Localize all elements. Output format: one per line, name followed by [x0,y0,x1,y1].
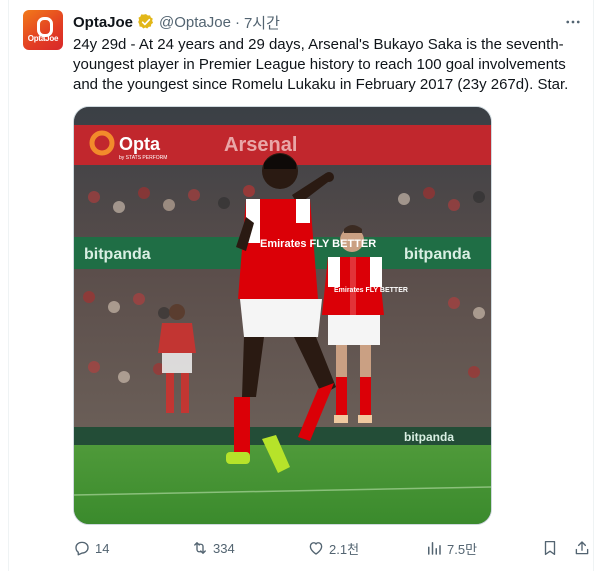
views-chart-icon [428,542,441,555]
reply-button[interactable]: 14 [73,537,109,559]
ad-board-bottom-text: bitpanda [404,430,454,444]
verified-badge-icon[interactable] [137,13,155,31]
ad-board-top-text: Arsenal [224,134,297,156]
ad-board-middle-text: bitpanda [84,246,151,263]
ad-board-middle-text-2: bitpanda [404,246,471,263]
like-button[interactable]: 2.1천 [307,537,359,559]
svg-text:by STATS PERFORM: by STATS PERFORM [119,155,167,161]
avatar[interactable]: OptaJoe [23,10,63,50]
avatar-label: OptaJoe [27,34,59,43]
svg-text:Emirates FLY BETTER: Emirates FLY BETTER [334,287,408,294]
player1-sponsor: Emirates FLY BETTER [260,238,376,250]
retweet-count: 334 [213,540,235,556]
display-name[interactable]: OptaJoe [73,14,133,31]
handle[interactable]: @OptaJoe [159,14,231,31]
tweet-text: 24y 29d - At 24 years and 29 days, Arsen… [73,36,569,93]
bookmark-icon [544,540,556,556]
retweet-icon [194,542,206,554]
reply-count: 14 [95,540,110,556]
tweet-header: OptaJoe @OptaJoe · 7시간 [73,12,280,32]
retweet-button[interactable]: 334 [191,537,235,559]
bookmark-button[interactable] [541,537,559,559]
views-count: 7.5만 [447,541,478,557]
tweet-card[interactable]: OptaJoe OptaJoe @OptaJoe · 7시간 24y 29d -… [8,0,594,571]
share-icon [575,541,589,555]
like-count: 2.1천 [329,541,360,557]
separator-dot: · [234,13,240,31]
views-button[interactable]: 7.5만 [425,537,477,559]
tweet-photo[interactable]: Arsenal bitpanda bitpanda bitpanda Opta … [73,106,492,525]
reply-icon [75,541,89,556]
timestamp[interactable]: 7시간 [244,12,280,33]
action-bar: 14 334 2.1천 7.5만 [73,537,595,559]
share-button[interactable] [573,537,591,559]
heart-icon [309,542,323,555]
svg-text:Opta: Opta [119,134,161,154]
more-icon[interactable] [563,12,583,32]
